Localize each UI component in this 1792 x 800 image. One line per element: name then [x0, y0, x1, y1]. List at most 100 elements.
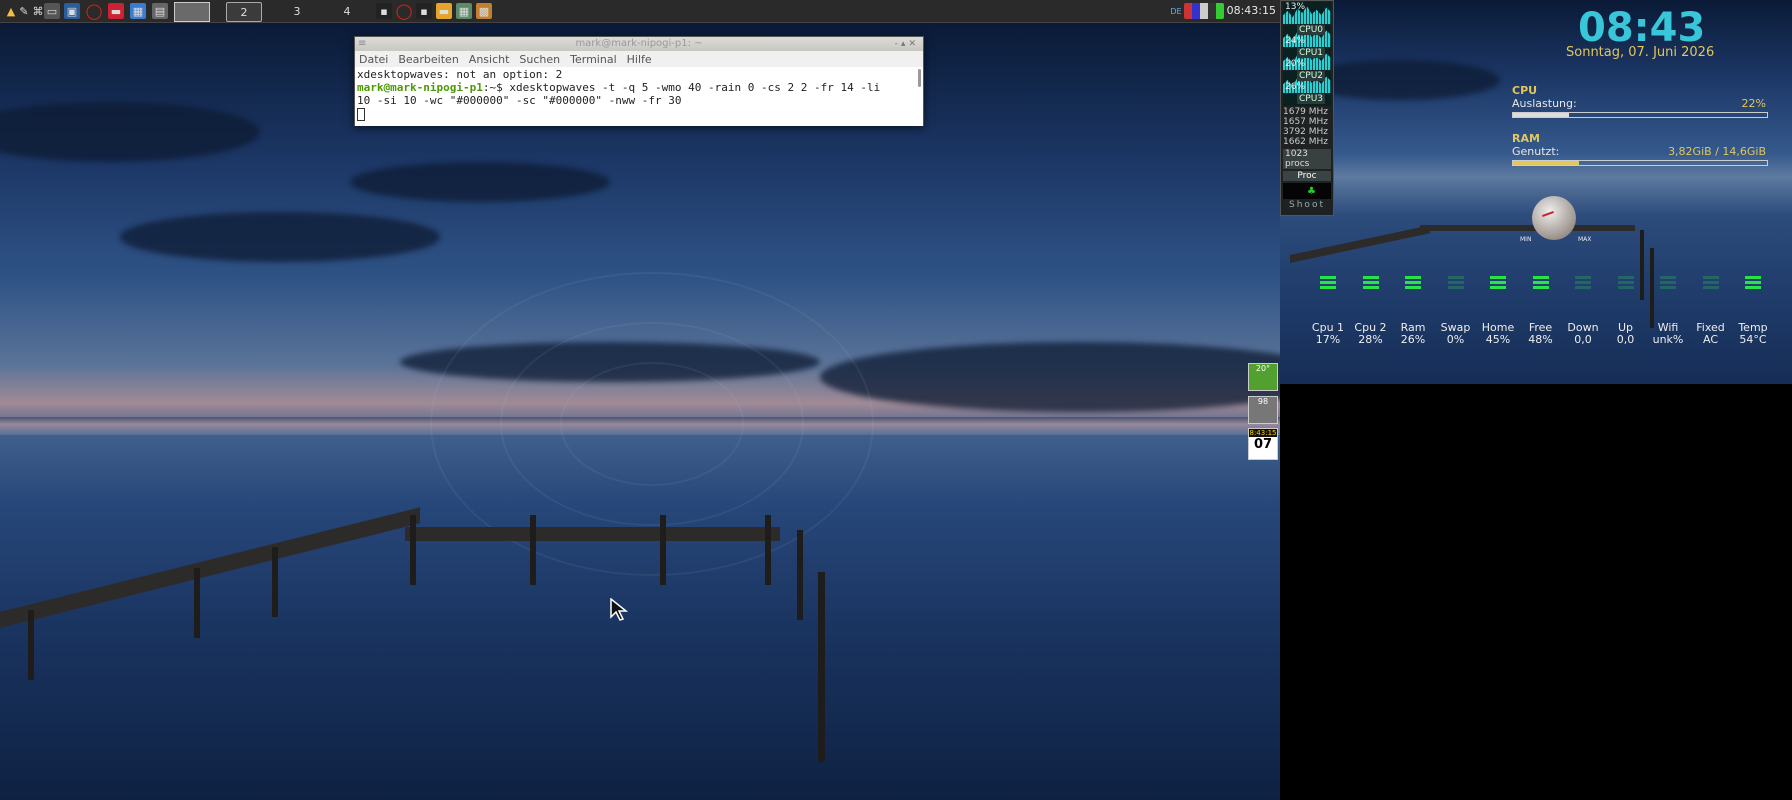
cpu0-name: CPU0: [1297, 25, 1326, 35]
window-menu-icon[interactable]: ≡: [358, 37, 366, 51]
terminal-window[interactable]: ≡ mark@mark-nipogi-p1: ~ ‐▴✕ Datei Bearb…: [354, 36, 924, 126]
meter-level: [1362, 276, 1379, 290]
proc-chart: ♣: [1283, 183, 1331, 199]
meter-value: unk%: [1652, 333, 1684, 346]
printer-icon[interactable]: ▤: [152, 3, 168, 19]
pier-deck: [1420, 225, 1635, 231]
menu-datei[interactable]: Datei: [359, 53, 388, 66]
terminal-output[interactable]: xdesktopwaves: not an option: 2 mark@mar…: [355, 67, 923, 126]
keyboard-layout[interactable]: DE: [1168, 3, 1184, 19]
meter-value: 28%: [1358, 333, 1383, 346]
command-text: xdesktopwaves -t -q 5 -wmo 40 -rain 0 -c…: [509, 81, 881, 94]
opera-task-icon[interactable]: ◯: [396, 2, 413, 20]
app-task-icon[interactable]: ▦: [456, 3, 472, 19]
terminal-icon[interactable]: ▭: [44, 3, 60, 19]
cpu1-value: 20%: [1285, 59, 1306, 69]
text-cursor: [357, 107, 365, 121]
tray-indicators-icon[interactable]: [1184, 3, 1224, 19]
terminal-titlebar[interactable]: ≡ mark@mark-nipogi-p1: ~ ‐▴✕: [355, 37, 923, 51]
menu-ansicht[interactable]: Ansicht: [469, 53, 510, 66]
mouse-pointer-icon: [610, 598, 628, 621]
workspace-2[interactable]: 2: [226, 2, 262, 22]
folder-icon[interactable]: ▬: [436, 3, 452, 19]
pier-post: [28, 610, 34, 680]
pier-post: [797, 530, 803, 620]
opera-icon[interactable]: ◯: [86, 2, 103, 20]
cpu-usage-bar: [1512, 112, 1768, 118]
temperature-widget[interactable]: 20°: [1248, 363, 1278, 391]
meter-cpu-1: Cpu 1 17%: [1308, 276, 1348, 346]
menu-terminal[interactable]: Terminal: [570, 53, 617, 66]
command-line: mark@mark-nipogi-p1:~$ xdesktopwaves -t …: [357, 81, 921, 94]
ram-used-value: 3,82GiB / 14,6GiB: [1668, 145, 1766, 158]
cpu-usage-label: Auslastung:: [1512, 97, 1577, 110]
menu-bearbeiten[interactable]: Bearbeiten: [398, 53, 458, 66]
water-ripple: [560, 362, 744, 486]
archive-icon[interactable]: ▩: [476, 3, 492, 19]
terminal-task-icon[interactable]: ▪: [376, 3, 392, 19]
pier-walkway: [1290, 225, 1430, 263]
cpu-total-chart: 13%: [1283, 2, 1331, 24]
meter-free: Free 48%: [1521, 276, 1561, 346]
meter-up: Up 0,0: [1606, 276, 1646, 346]
image-viewer-icon[interactable]: ▦: [130, 3, 146, 19]
meter-value: 0,0: [1616, 333, 1635, 346]
meter-cpu-2: Cpu 2 28%: [1351, 276, 1391, 346]
proc-panel-label[interactable]: Proc: [1283, 171, 1331, 181]
window-task-icon[interactable]: ▪: [416, 3, 432, 19]
meter-ram: Ram 26%: [1393, 276, 1433, 346]
pier-post: [818, 572, 825, 762]
memory-widget[interactable]: 98: [1248, 396, 1278, 424]
meter-wifi: Wifi unk%: [1648, 276, 1688, 346]
meter-value: 0,0: [1574, 333, 1592, 346]
workspace-1[interactable]: [174, 2, 210, 22]
meter-level: [1532, 276, 1549, 290]
calendar-day: 07: [1253, 437, 1273, 452]
terminal-title: mark@mark-nipogi-p1: ~: [575, 38, 703, 49]
dial-needle: [1542, 211, 1554, 217]
pier-post: [194, 568, 200, 638]
cpu-freq: 1657 MHz: [1283, 117, 1329, 127]
process-count: 1023 procs: [1283, 149, 1331, 169]
meter-level: [1617, 276, 1634, 290]
meter-value: AC: [1702, 333, 1718, 346]
cloud: [350, 162, 610, 202]
cpu1-name: CPU1: [1297, 48, 1326, 58]
terminal-scrollbar[interactable]: [918, 69, 921, 87]
cpu-heading: CPU: [1512, 84, 1538, 97]
pier-post: [410, 515, 416, 585]
dial-min-label: MIN: [1520, 236, 1532, 243]
menu-suchen[interactable]: Suchen: [519, 53, 560, 66]
meter-level: [1320, 276, 1336, 290]
calendar-widget[interactable]: 8:43:15 07: [1248, 428, 1278, 460]
terminal-menubar: Datei Bearbeiten Ansicht Suchen Terminal…: [355, 51, 923, 67]
ram-used-fill: [1513, 161, 1580, 165]
screenshot-label[interactable]: Shoot: [1281, 200, 1333, 210]
menu-hilfe[interactable]: Hilfe: [627, 53, 652, 66]
cpu-total-value: 13%: [1285, 2, 1306, 12]
meter-temp: Temp 54°C: [1733, 276, 1773, 346]
close-icon[interactable]: ✕: [908, 39, 919, 49]
workspace-3[interactable]: 3: [282, 2, 312, 20]
cloud: [120, 212, 440, 262]
monitor-icon[interactable]: ▣: [64, 3, 80, 19]
shell-prompt: mark@mark-nipogi-p1: [357, 81, 483, 94]
meter-fixed: Fixed AC: [1691, 276, 1731, 346]
workspace-4[interactable]: 4: [332, 2, 362, 20]
cpu-usage-fill: [1513, 113, 1569, 117]
taskbar: ▲ ✎ ⌘ ▭ ▣ ◯ ▬ ▦ ▤ 2 3 4 ▪ ◯ ▪ ▬ ▦ ▩ DE 0…: [0, 0, 1280, 23]
pier-post: [272, 547, 278, 617]
command-continuation: 10 -si 10 -wc "#000000" -sc "#000000" -n…: [357, 94, 682, 107]
dial-max-label: MAX: [1578, 236, 1592, 243]
cpu3-chart: CPU3: [1283, 94, 1331, 106]
window-controls[interactable]: ‐▴✕: [895, 37, 919, 51]
ram-used-bar: [1512, 160, 1768, 166]
output-line: xdesktopwaves: not an option: 2: [357, 68, 563, 81]
pier-post: [530, 515, 536, 585]
meter-level: [1447, 276, 1464, 290]
cpu1-chart: CPU1 20%: [1283, 48, 1331, 70]
files-red-icon[interactable]: ▬: [108, 3, 124, 19]
calendar-time: 8:43:15: [1249, 429, 1277, 437]
meter-value: 26%: [1400, 333, 1426, 346]
taskbar-clock[interactable]: 08:43:15: [1227, 4, 1276, 17]
